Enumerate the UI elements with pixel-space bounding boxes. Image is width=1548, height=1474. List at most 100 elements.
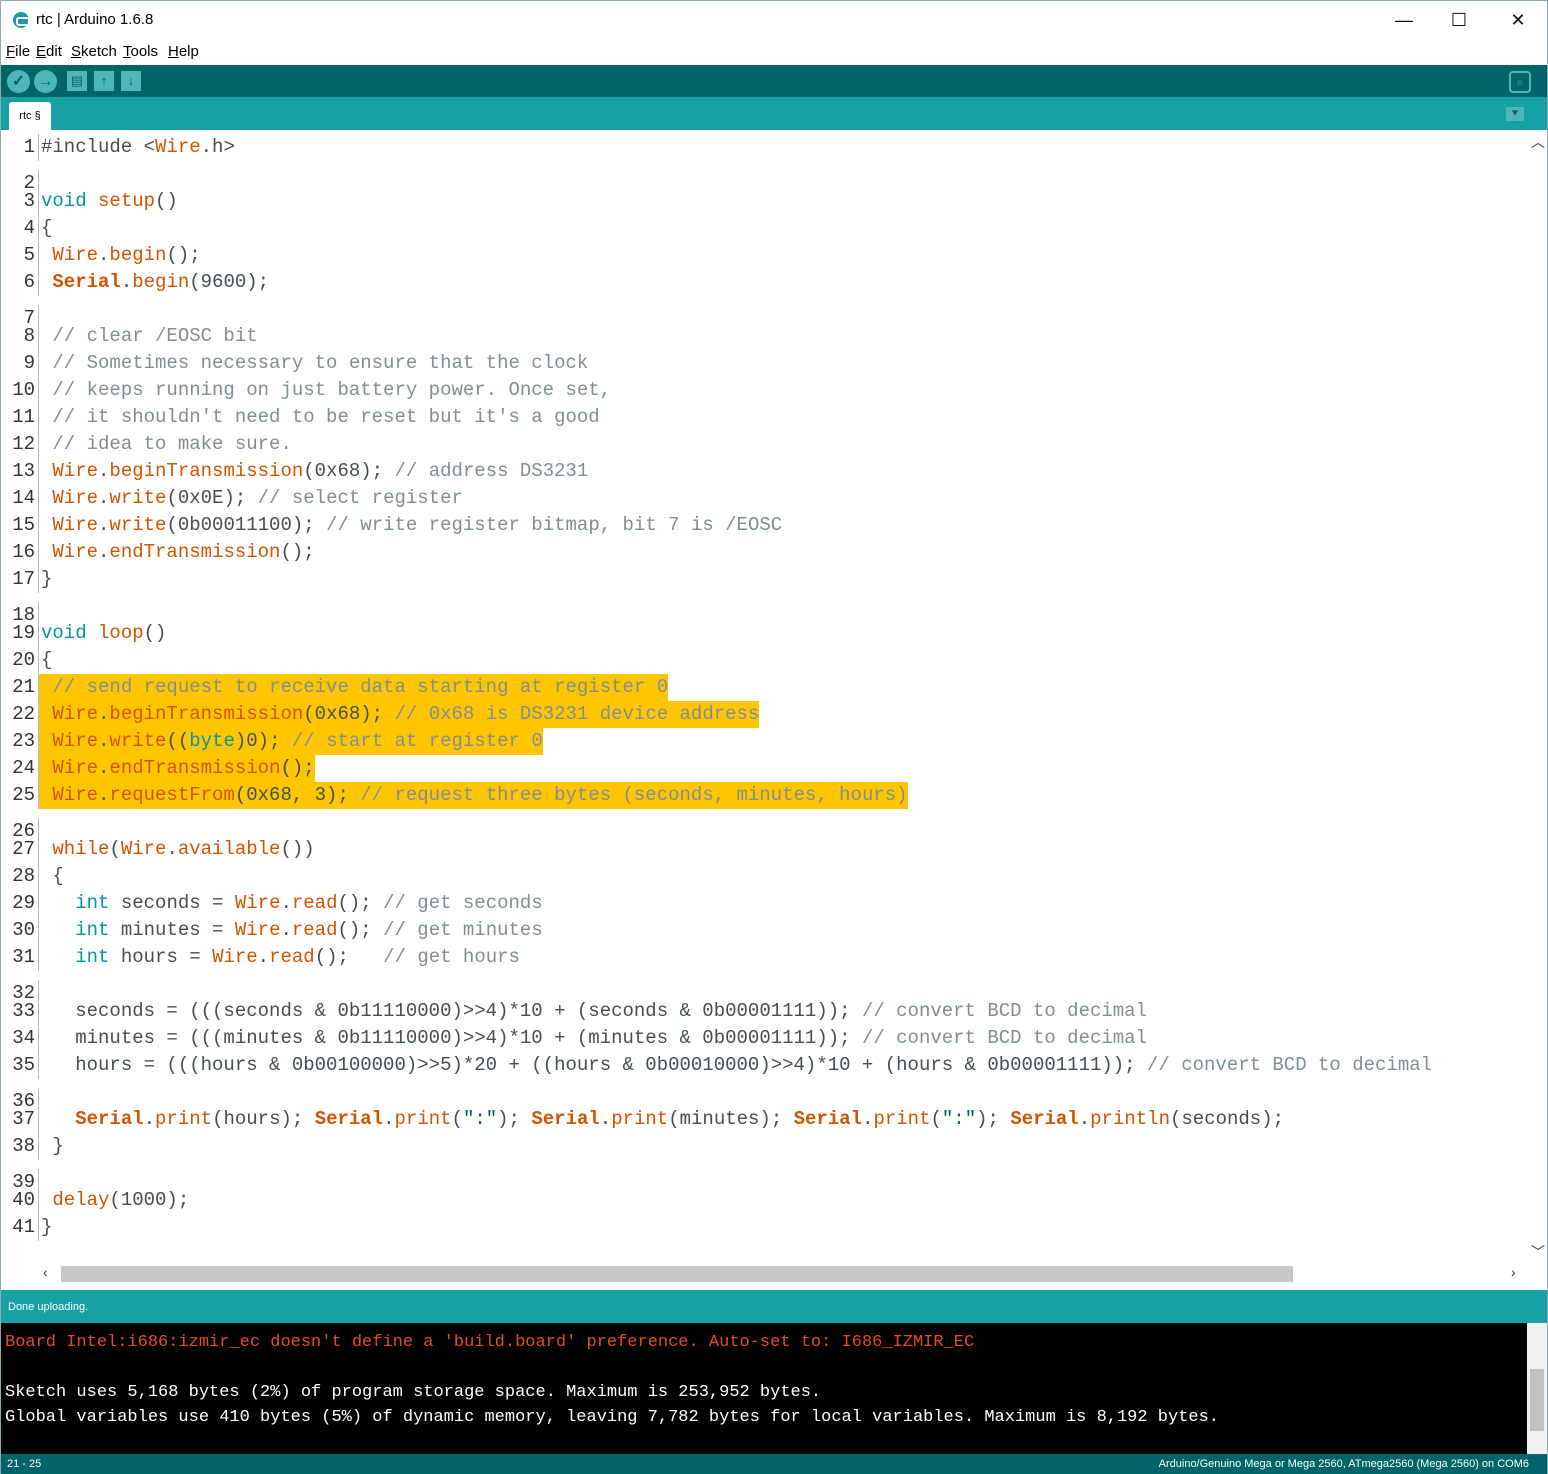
code-line[interactable]: 10 // keeps running on just battery powe… — [1, 377, 1525, 404]
code-line[interactable]: 8 // clear /EOSC bit — [1, 323, 1525, 350]
code-line[interactable]: 29 int seconds = Wire.read(); // get sec… — [1, 890, 1525, 917]
horizontal-scrollbar[interactable]: ‹ › — [1, 1262, 1525, 1284]
code-line[interactable]: 35 hours = (((hours & 0b00100000)>>5)*20… — [1, 1052, 1525, 1079]
scroll-right-arrow-icon[interactable]: › — [1511, 1264, 1516, 1280]
code-line[interactable]: 9 // Sometimes necessary to ensure that … — [1, 350, 1525, 377]
serial-monitor-button[interactable]: ⌕ — [1509, 71, 1531, 93]
code-line[interactable]: 17} — [1, 566, 1525, 593]
tab-rtc[interactable]: rtc § — [9, 102, 51, 130]
code-text[interactable]: Serial.print(hours); Serial.print(":"); … — [39, 1106, 1284, 1133]
code-text[interactable]: // send request to receive data starting… — [39, 674, 669, 701]
code-line[interactable]: 14 Wire.write(0x0E); // select register — [1, 485, 1525, 512]
code-text[interactable]: Wire.requestFrom(0x68, 3); // request th… — [39, 782, 908, 809]
code-text[interactable]: // keeps running on just battery power. … — [39, 377, 611, 404]
code-text[interactable]: Serial.begin(9600); — [39, 269, 269, 296]
code-text[interactable]: Wire.beginTransmission(0x68); // address… — [39, 458, 588, 485]
code-text[interactable]: } — [39, 1133, 63, 1160]
code-text[interactable]: #include <Wire.h> — [39, 134, 235, 161]
menu-edit[interactable]: Edit — [36, 43, 62, 60]
save-sketch-button[interactable]: ↓ — [121, 71, 141, 91]
code-line[interactable]: 26 — [1, 809, 1525, 845]
code-area[interactable]: 1 #include <Wire.h> 2 3 void setup() 4{5 Wire… — [1, 134, 1525, 1254]
code-text[interactable]: { — [39, 863, 63, 890]
code-line[interactable]: 3 void setup() — [1, 188, 1525, 215]
code-text[interactable]: // it shouldn't need to be reset but it'… — [39, 404, 599, 431]
console-scrollbar[interactable] — [1527, 1323, 1547, 1454]
code-line[interactable]: 4{ — [1, 215, 1525, 242]
code-text[interactable]: delay(1000); — [39, 1187, 189, 1214]
menu-sketch[interactable]: Sketch — [71, 43, 117, 60]
code-line[interactable]: 21 // send request to receive data start… — [1, 674, 1525, 701]
code-text[interactable]: Wire.write((byte)0); // start at registe… — [39, 728, 543, 755]
code-text[interactable]: while(Wire.available()) — [39, 836, 314, 863]
code-line[interactable]: 6 Serial.begin(9600); — [1, 269, 1525, 296]
code-line[interactable]: 25 Wire.requestFrom(0x68, 3); // request… — [1, 782, 1525, 809]
code-line[interactable]: 2 — [1, 161, 1525, 197]
scroll-left-arrow-icon[interactable]: ‹ — [43, 1264, 48, 1280]
code-line[interactable]: 24 Wire.endTransmission(); — [1, 755, 1525, 782]
code-line[interactable]: 31 int hours = Wire.read(); // get hours — [1, 944, 1525, 971]
code-line[interactable]: 12 // idea to make sure. — [1, 431, 1525, 458]
code-line[interactable]: 41} — [1, 1214, 1525, 1241]
code-text[interactable]: { — [39, 647, 52, 674]
code-line[interactable]: 30 int minutes = Wire.read(); // get min… — [1, 917, 1525, 944]
code-text[interactable]: // Sometimes necessary to ensure that th… — [39, 350, 588, 377]
vertical-scrollbar[interactable]: ︿ ﹀ — [1527, 130, 1547, 1260]
minimize-button[interactable]: — — [1381, 7, 1427, 33]
code-text[interactable]: // clear /EOSC bit — [39, 323, 257, 350]
code-line[interactable]: 16 Wire.endTransmission(); — [1, 539, 1525, 566]
code-line[interactable]: 18 — [1, 593, 1525, 629]
code-text[interactable]: Wire.write(0b00011100); // write registe… — [39, 512, 782, 539]
code-text[interactable]: int minutes = Wire.read(); // get minute… — [39, 917, 543, 944]
code-text[interactable] — [39, 1160, 41, 1187]
code-text[interactable]: void setup() — [39, 188, 178, 215]
new-sketch-button[interactable]: ▤ — [67, 71, 87, 91]
code-line[interactable]: 39 — [1, 1160, 1525, 1196]
code-text[interactable]: // idea to make sure. — [39, 431, 291, 458]
scroll-down-arrow-icon[interactable]: ﹀ — [1531, 1242, 1545, 1262]
code-text[interactable]: Wire.write(0x0E); // select register — [39, 485, 462, 512]
open-sketch-button[interactable]: ↑ — [94, 71, 114, 91]
scroll-up-arrow-icon[interactable]: ︿ — [1531, 132, 1545, 152]
code-text[interactable]: Wire.begin(); — [39, 242, 200, 269]
code-line[interactable]: 15 Wire.write(0b00011100); // write regi… — [1, 512, 1525, 539]
code-line[interactable]: 34 minutes = (((minutes & 0b11110000)>>4… — [1, 1025, 1525, 1052]
code-line[interactable]: 28 { — [1, 863, 1525, 890]
code-line[interactable]: 11 // it shouldn't need to be reset but … — [1, 404, 1525, 431]
code-text[interactable] — [39, 1079, 41, 1106]
code-line[interactable]: 27 while(Wire.available()) — [1, 836, 1525, 863]
code-text[interactable]: } — [39, 1214, 52, 1241]
horizontal-scroll-thumb[interactable] — [61, 1266, 1293, 1282]
menu-file[interactable]: File — [6, 43, 30, 60]
tab-menu-button[interactable]: ▼ — [1506, 107, 1524, 121]
code-text[interactable]: void loop() — [39, 620, 166, 647]
code-text[interactable]: } — [39, 566, 52, 593]
code-line[interactable]: 22 Wire.beginTransmission(0x68); // 0x68… — [1, 701, 1525, 728]
code-line[interactable]: 20{ — [1, 647, 1525, 674]
code-line[interactable]: 5 Wire.begin(); — [1, 242, 1525, 269]
code-line[interactable]: 32 — [1, 971, 1525, 1007]
code-text[interactable] — [39, 809, 41, 836]
code-line[interactable]: 23 Wire.write((byte)0); // start at regi… — [1, 728, 1525, 755]
code-text[interactable] — [39, 161, 41, 188]
code-text[interactable]: int seconds = Wire.read(); // get second… — [39, 890, 543, 917]
code-text[interactable]: { — [39, 215, 52, 242]
code-line[interactable]: 1 #include <Wire.h> — [1, 134, 1525, 161]
code-editor[interactable]: 1 #include <Wire.h> 2 3 void setup() 4{5 Wire… — [1, 130, 1547, 1290]
code-text[interactable]: Wire.beginTransmission(0x68); // 0x68 is… — [39, 701, 760, 728]
code-line[interactable]: 37 Serial.print(hours); Serial.print(":"… — [1, 1106, 1525, 1133]
code-text[interactable] — [39, 296, 41, 323]
code-line[interactable]: 36 — [1, 1079, 1525, 1115]
maximize-button[interactable]: ☐ — [1436, 7, 1482, 33]
code-text[interactable]: int hours = Wire.read(); // get hours — [39, 944, 520, 971]
code-line[interactable]: 7 — [1, 296, 1525, 332]
code-line[interactable]: 40 delay(1000); — [1, 1187, 1525, 1214]
code-line[interactable]: 19 void loop() — [1, 620, 1525, 647]
menu-help[interactable]: Help — [168, 43, 199, 60]
upload-button[interactable]: → — [34, 70, 57, 93]
console-scroll-thumb[interactable] — [1530, 1369, 1544, 1431]
code-line[interactable]: 13 Wire.beginTransmission(0x68); // addr… — [1, 458, 1525, 485]
code-text[interactable]: hours = (((hours & 0b00100000)>>5)*20 + … — [39, 1052, 1432, 1079]
menu-tools[interactable]: Tools — [123, 43, 158, 60]
code-text[interactable] — [39, 593, 41, 620]
